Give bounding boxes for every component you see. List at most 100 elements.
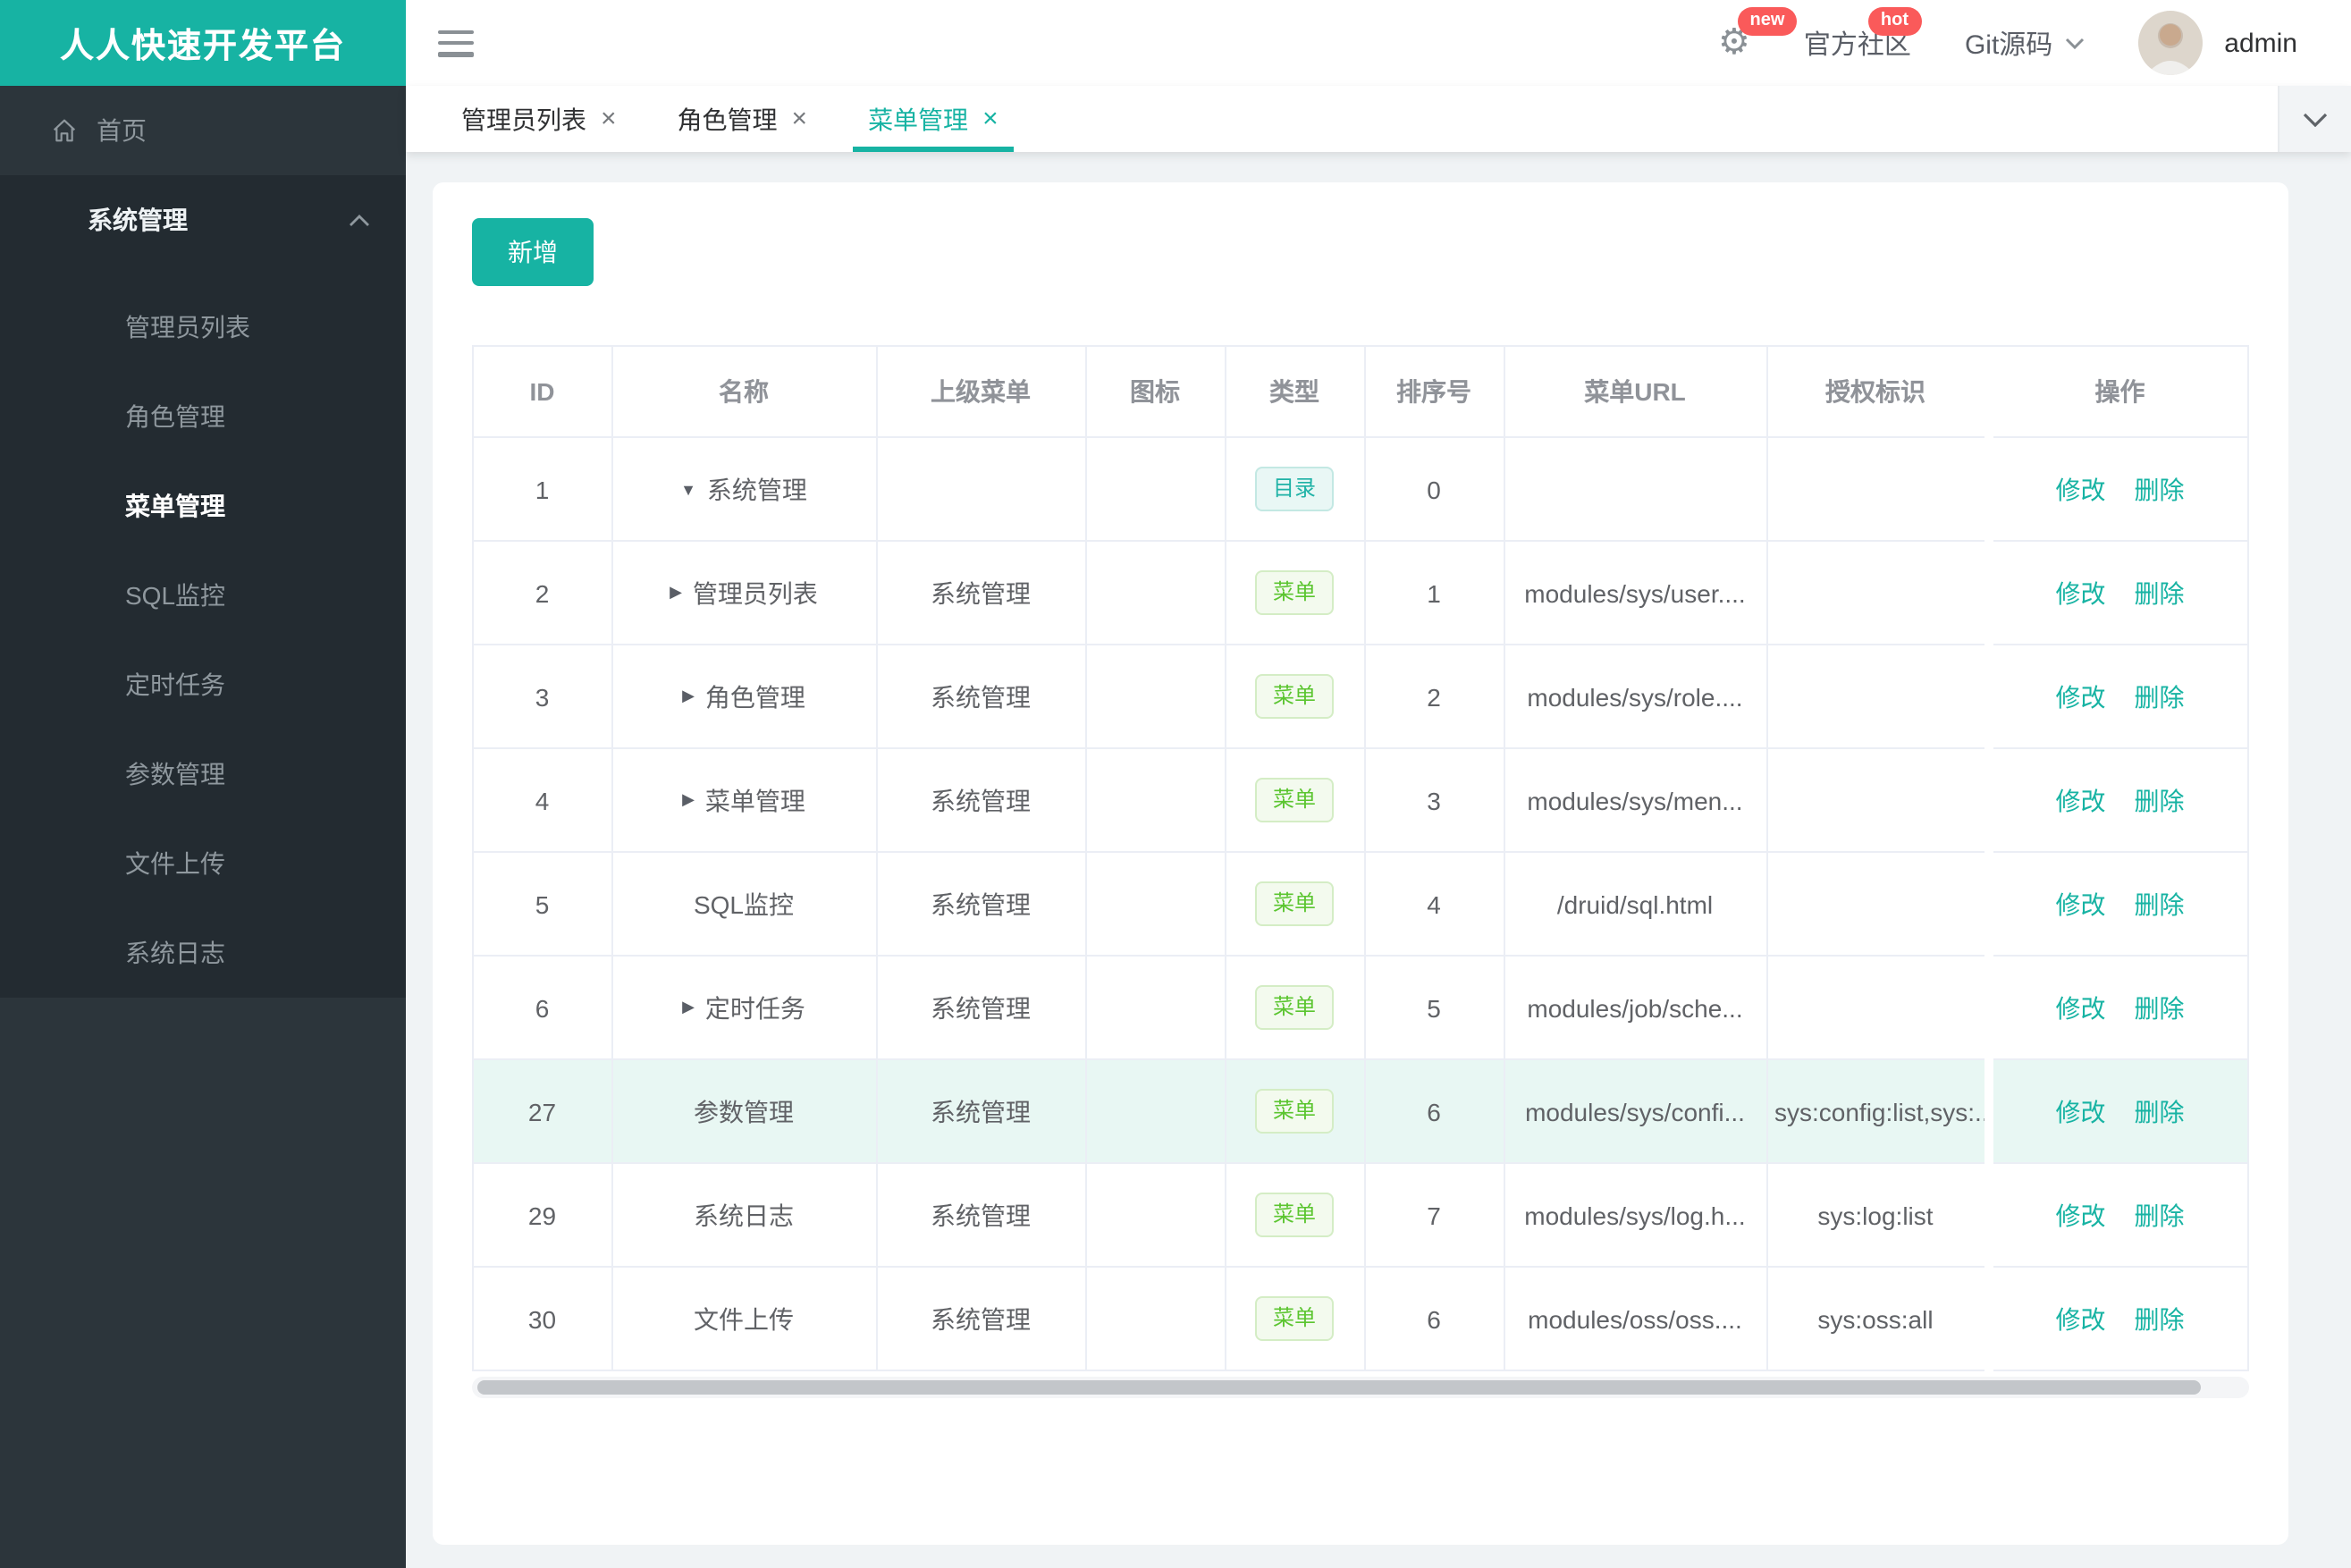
edit-link[interactable]: 修改 — [2056, 889, 2106, 918]
column-header-授权标识: 授权标识 — [1766, 347, 1988, 438]
name-wrap: 系统日志 — [619, 1197, 868, 1233]
sidebar-item-定时任务[interactable]: 定时任务 — [0, 640, 406, 729]
menu-name: 文件上传 — [694, 1304, 794, 1333]
tree-expand-icon[interactable]: ▶ — [682, 998, 695, 1017]
sidebar-item-系统日志[interactable]: 系统日志 — [0, 908, 406, 998]
edit-link[interactable]: 修改 — [2056, 682, 2106, 711]
cell-parent: 系统管理 — [876, 852, 1086, 957]
edit-link[interactable]: 修改 — [2056, 578, 2106, 607]
cell-perm: sys:oss:all — [1766, 1267, 1988, 1371]
add-button[interactable]: 新增 — [472, 218, 594, 286]
edit-link[interactable]: 修改 — [2056, 475, 2106, 503]
tree-expand-icon[interactable]: ▶ — [670, 583, 682, 603]
type-tag: 菜单 — [1254, 881, 1334, 926]
sidebar-item-角色管理[interactable]: 角色管理 — [0, 372, 406, 461]
menu-name: 系统日志 — [694, 1201, 794, 1229]
sidebar-group-title[interactable]: 系统管理 — [0, 175, 406, 265]
cell-parent: 系统管理 — [876, 1163, 1086, 1268]
cell-order: 0 — [1364, 437, 1504, 542]
avatar — [2138, 11, 2204, 75]
content-card: 新增 ID 名称 上级菜单 图标 类型 排序号 菜单URL 授权标识 操作 1 ▼ 系统 — [433, 182, 2288, 1545]
sidebar: 首页 系统管理 管理员列表 角色管理 菜单管理 SQL监控 定时任务 参数管理 文件上传 系统… — [0, 86, 406, 1568]
edit-link[interactable]: 修改 — [2056, 1097, 2106, 1125]
tree-expand-icon[interactable]: ▶ — [682, 687, 695, 706]
cell-icon — [1085, 541, 1226, 645]
cell-icon — [1085, 852, 1226, 957]
cell-order: 7 — [1364, 1163, 1504, 1268]
sidebar-item-管理员列表[interactable]: 管理员列表 — [0, 282, 406, 372]
column-header-ID: ID — [474, 347, 612, 438]
home-icon — [53, 119, 76, 142]
sidebar-item-文件上传[interactable]: 文件上传 — [0, 819, 406, 908]
delete-link[interactable]: 删除 — [2135, 1201, 2185, 1229]
delete-link[interactable]: 删除 — [2135, 993, 2185, 1022]
cell-url: modules/sys/user.... — [1504, 541, 1767, 645]
menu-name: 菜单管理 — [704, 786, 805, 814]
cell-id: 5 — [474, 852, 612, 957]
sidebar-item-home[interactable]: 首页 — [0, 86, 406, 175]
cell-actions: 修改 删除 — [1984, 1059, 2247, 1164]
cell-type: 菜单 — [1225, 1059, 1365, 1164]
menu-name: 角色管理 — [704, 682, 805, 711]
git-source-menu[interactable]: Git源码 — [1965, 24, 2085, 62]
delete-link[interactable]: 删除 — [2135, 889, 2185, 918]
git-source-label: Git源码 — [1964, 30, 2053, 60]
delete-link[interactable]: 删除 — [2135, 1097, 2185, 1125]
column-header-菜单URL: 菜单URL — [1504, 347, 1767, 438]
cell-perm: sys:log:list — [1766, 1163, 1988, 1268]
sidebar-toggle-icon[interactable] — [438, 30, 474, 56]
delete-link[interactable]: 删除 — [2135, 475, 2185, 503]
table-row: 2 ▶ 管理员列表 系统管理 菜单 1 modules/sys/user.... 修改 删除 — [474, 541, 2247, 645]
user-menu[interactable]: admin — [2138, 11, 2297, 75]
cell-parent: 系统管理 — [876, 956, 1086, 1060]
close-icon[interactable]: × — [601, 105, 617, 132]
cell-type: 菜单 — [1225, 1267, 1365, 1371]
tab-list-button[interactable] — [2278, 86, 2351, 152]
table-row: 5 SQL监控 系统管理 菜单 4/druid/sql.html 修改 删除 — [474, 852, 2247, 957]
tree-expand-icon[interactable]: ▼ — [680, 480, 696, 498]
cell-order: 2 — [1364, 645, 1504, 749]
cell-name: ▼ 系统管理 — [611, 437, 877, 542]
close-icon[interactable]: × — [792, 105, 808, 132]
cell-perm — [1766, 852, 1988, 957]
cell-id: 1 — [474, 437, 612, 542]
edit-link[interactable]: 修改 — [2056, 786, 2106, 814]
app-header: 人人快速开发平台 ⚙ new 官方社区 hot Git源码 admin — [0, 0, 2351, 86]
scrollbar-thumb[interactable] — [477, 1380, 2202, 1395]
menu-table: ID 名称 上级菜单 图标 类型 排序号 菜单URL 授权标识 操作 1 ▼ 系统管理 目录 0 修改 删除… — [472, 345, 2249, 1371]
table-row: 30 文件上传 系统管理 菜单 6 modules/oss/oss.... sys:oss:… — [474, 1267, 2247, 1371]
name-wrap: ▶ 菜单管理 — [619, 782, 868, 818]
delete-link[interactable]: 删除 — [2135, 786, 2185, 814]
cell-name: ▶ 管理员列表 — [611, 541, 877, 645]
tab-菜单管理[interactable]: 菜单管理 × — [838, 86, 1029, 152]
cell-perm: sys:config:list,sys:... — [1766, 1059, 1988, 1164]
tab-角色管理[interactable]: 角色管理 × — [647, 86, 838, 152]
topbar: ⚙ new 官方社区 hot Git源码 admin — [406, 0, 2351, 86]
tree-expand-icon[interactable]: ▶ — [682, 790, 695, 810]
edit-link[interactable]: 修改 — [2056, 1304, 2106, 1333]
tab-管理员列表[interactable]: 管理员列表 × — [431, 86, 647, 152]
cell-id: 3 — [474, 645, 612, 749]
type-tag: 菜单 — [1254, 778, 1334, 822]
cell-icon — [1085, 1267, 1226, 1371]
sidebar-item-菜单管理[interactable]: 菜单管理 — [0, 461, 406, 551]
delete-link[interactable]: 删除 — [2135, 1304, 2185, 1333]
sidebar-item-参数管理[interactable]: 参数管理 — [0, 729, 406, 819]
delete-link[interactable]: 删除 — [2135, 578, 2185, 607]
settings-button[interactable]: ⚙ new — [1718, 7, 1798, 61]
name-wrap: ▶ 管理员列表 — [619, 575, 868, 611]
cell-name: 系统日志 — [611, 1163, 877, 1268]
cell-id: 6 — [474, 956, 612, 1060]
edit-link[interactable]: 修改 — [2056, 993, 2106, 1022]
cell-parent: 系统管理 — [876, 748, 1086, 853]
content: 新增 ID 名称 上级菜单 图标 类型 排序号 菜单URL 授权标识 操作 1 ▼ 系统 — [406, 152, 2351, 1568]
close-icon[interactable]: × — [982, 105, 999, 132]
community-link[interactable]: 官方社区 hot — [1804, 6, 1921, 62]
chevron-down-icon — [2066, 37, 2085, 49]
sidebar-item-SQL监控[interactable]: SQL监控 — [0, 551, 406, 640]
delete-link[interactable]: 删除 — [2135, 682, 2185, 711]
horizontal-scrollbar[interactable] — [472, 1377, 2249, 1398]
sidebar-group-label: 系统管理 — [88, 206, 188, 234]
cell-order: 4 — [1364, 852, 1504, 957]
edit-link[interactable]: 修改 — [2056, 1201, 2106, 1229]
